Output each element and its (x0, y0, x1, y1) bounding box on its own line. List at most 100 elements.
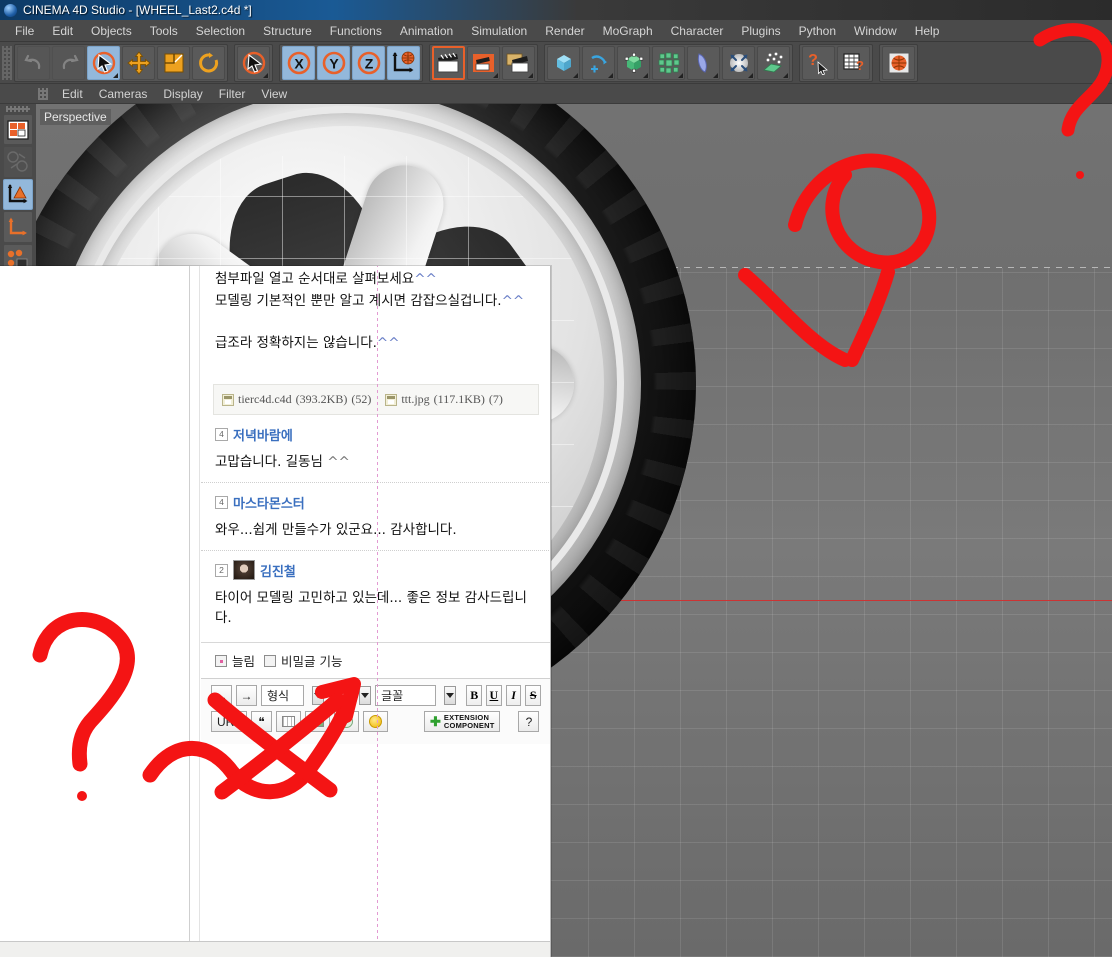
menu-item-selection[interactable]: Selection (187, 22, 254, 40)
comment-author[interactable]: 김진철 (260, 561, 296, 580)
axis-z-lock-button[interactable]: Z (352, 45, 385, 80)
generator-button[interactable] (617, 45, 650, 80)
menu-item-tools[interactable]: Tools (141, 22, 187, 40)
axis-y-lock-button[interactable]: Y (317, 45, 350, 80)
menu-item-character[interactable]: Character (662, 22, 733, 40)
web-browser-button[interactable] (882, 45, 915, 80)
extension-component-button[interactable]: ✚ EXTENSION COMPONENT (424, 711, 501, 732)
menu-item-functions[interactable]: Functions (321, 22, 391, 40)
cube-primitive-button[interactable] (547, 45, 580, 80)
strikethrough-button[interactable]: S (525, 685, 542, 706)
menu-item-file[interactable]: File (6, 22, 43, 40)
image-button[interactable] (305, 711, 331, 732)
size-select-arrow[interactable] (359, 686, 372, 705)
comment-author[interactable]: 저녁바람에 (233, 425, 293, 444)
attachment-item[interactable]: tierc4d.c4d (393.2KB) (52) (222, 392, 371, 407)
menu-item-mograph[interactable]: MoGraph (594, 22, 662, 40)
file-icon (385, 393, 398, 406)
menu-item-render[interactable]: Render (536, 22, 593, 40)
move-tool-button[interactable] (122, 45, 155, 80)
option-checkbox-1-wrapper[interactable]: 늘림 (215, 651, 255, 670)
menu-item-structure[interactable]: Structure (254, 22, 321, 40)
particles-button[interactable] (757, 45, 790, 80)
menu-item-python[interactable]: Python (790, 22, 845, 40)
url-button[interactable]: URL (211, 711, 248, 732)
rail-grip[interactable] (6, 106, 30, 112)
menu-item-plugins[interactable]: Plugins (732, 22, 789, 40)
format-select-arrow[interactable] (311, 686, 324, 705)
camera-rotate-button[interactable] (3, 146, 33, 178)
select-mode-button[interactable] (237, 45, 270, 80)
render-settings-button[interactable] (502, 45, 535, 80)
viewport-menu-view[interactable]: View (253, 86, 295, 102)
attachment-name: ttt.jpg (401, 392, 430, 406)
comment-text: 와우...쉽게 만들수가 있군요... 감사합니다. (215, 518, 537, 538)
toolbar-grip[interactable] (2, 45, 12, 80)
menu-item-animation[interactable]: Animation (391, 22, 462, 40)
editor-back-button[interactable]: ← (211, 685, 232, 706)
layout-grid-button[interactable] (3, 113, 33, 146)
render-region-button[interactable] (467, 45, 500, 80)
editor-text-area[interactable] (201, 744, 550, 864)
deformer-button[interactable] (687, 45, 720, 80)
window-title: CINEMA 4D Studio - [WHEEL_Last2.c4d *] (23, 3, 252, 17)
scale-tool-button[interactable] (157, 45, 190, 80)
menu-bar: File Edit Objects Tools Selection Structure Fu… (0, 20, 1112, 42)
option-checkbox-1[interactable] (215, 654, 227, 667)
font-select[interactable]: 글꼴 (375, 685, 437, 706)
font-select-arrow[interactable] (444, 686, 456, 705)
spline-button[interactable] (582, 45, 615, 80)
file-icon (222, 393, 234, 406)
font-select-value: 글꼴 (381, 689, 404, 703)
post-line-squiggle: ^^ (414, 271, 437, 287)
undo-button[interactable] (17, 45, 50, 80)
attachment-item[interactable]: ttt.jpg (117.1KB) (7) (385, 392, 503, 407)
format-select[interactable]: 형식 (261, 685, 304, 706)
viewport-menu-grip[interactable] (38, 87, 48, 100)
cinema4d-window: CINEMA 4D Studio - [WHEEL_Last2.c4d *] F… (0, 0, 1112, 957)
render-view-button[interactable] (432, 45, 465, 80)
quote-button[interactable]: ❝ (251, 711, 273, 732)
emoticon-button[interactable] (363, 711, 389, 732)
rotate-tool-button[interactable] (192, 45, 225, 80)
viewport-menu-cameras[interactable]: Cameras (91, 86, 156, 102)
live-selection-button[interactable] (87, 45, 120, 80)
attachment-size: (117.1KB) (433, 392, 485, 406)
environment-button[interactable] (722, 45, 755, 80)
post-line-squiggle: ^^ (501, 293, 525, 309)
viewport-menu-filter[interactable]: Filter (211, 86, 254, 102)
viewport-menu-edit[interactable]: Edit (54, 86, 91, 102)
menu-item-objects[interactable]: Objects (82, 22, 141, 40)
help-cursor-button[interactable]: ? (802, 45, 835, 80)
world-object-coordinate-button[interactable] (387, 45, 420, 80)
comment-level-badge: 4 (215, 427, 228, 441)
option-checkbox-secret-wrapper[interactable]: 비밀글 기능 (264, 651, 343, 670)
option-checkbox-secret[interactable] (264, 654, 277, 667)
comment-text-body: 와우...쉽게 만들수가 있군요... 감사합니다. (215, 522, 457, 538)
menu-item-help[interactable]: Help (906, 22, 949, 40)
menu-item-simulation[interactable]: Simulation (462, 22, 536, 40)
axis-x-lock-button[interactable]: X (282, 45, 315, 80)
help-table-button[interactable]: ? (837, 45, 870, 80)
size-select[interactable]: 크기 (328, 681, 352, 712)
web-browser-window[interactable]: 첨부파일 열고 순서대로 살펴보세요^^ 모델링 기본적인 뿐만 알고 계시면 감… (0, 266, 551, 957)
viewport-menu-display[interactable]: Display (155, 86, 210, 102)
table-button[interactable] (276, 711, 302, 732)
editor-help-button[interactable]: ? (518, 711, 540, 732)
menu-item-edit[interactable]: Edit (43, 22, 82, 40)
editor-forward-button[interactable]: → (236, 685, 257, 706)
italic-button[interactable]: I (505, 685, 522, 706)
comment-header: 2 김진철 (215, 560, 537, 580)
post-line-text: 급조라 정확하지는 않습니다. (215, 335, 377, 351)
wireframe-line (118, 258, 574, 259)
toolbar-group-objects (544, 43, 793, 82)
axis-object-button[interactable] (3, 178, 33, 211)
bold-button[interactable]: B (466, 685, 483, 706)
axis-world-button[interactable] (3, 211, 33, 243)
redo-button[interactable] (52, 45, 85, 80)
video-button[interactable] (334, 711, 360, 732)
comment-author[interactable]: 마스타몬스터 (233, 493, 305, 512)
menu-item-window[interactable]: Window (845, 22, 906, 40)
underline-button[interactable]: U (486, 685, 502, 706)
mograph-button[interactable] (652, 45, 685, 80)
